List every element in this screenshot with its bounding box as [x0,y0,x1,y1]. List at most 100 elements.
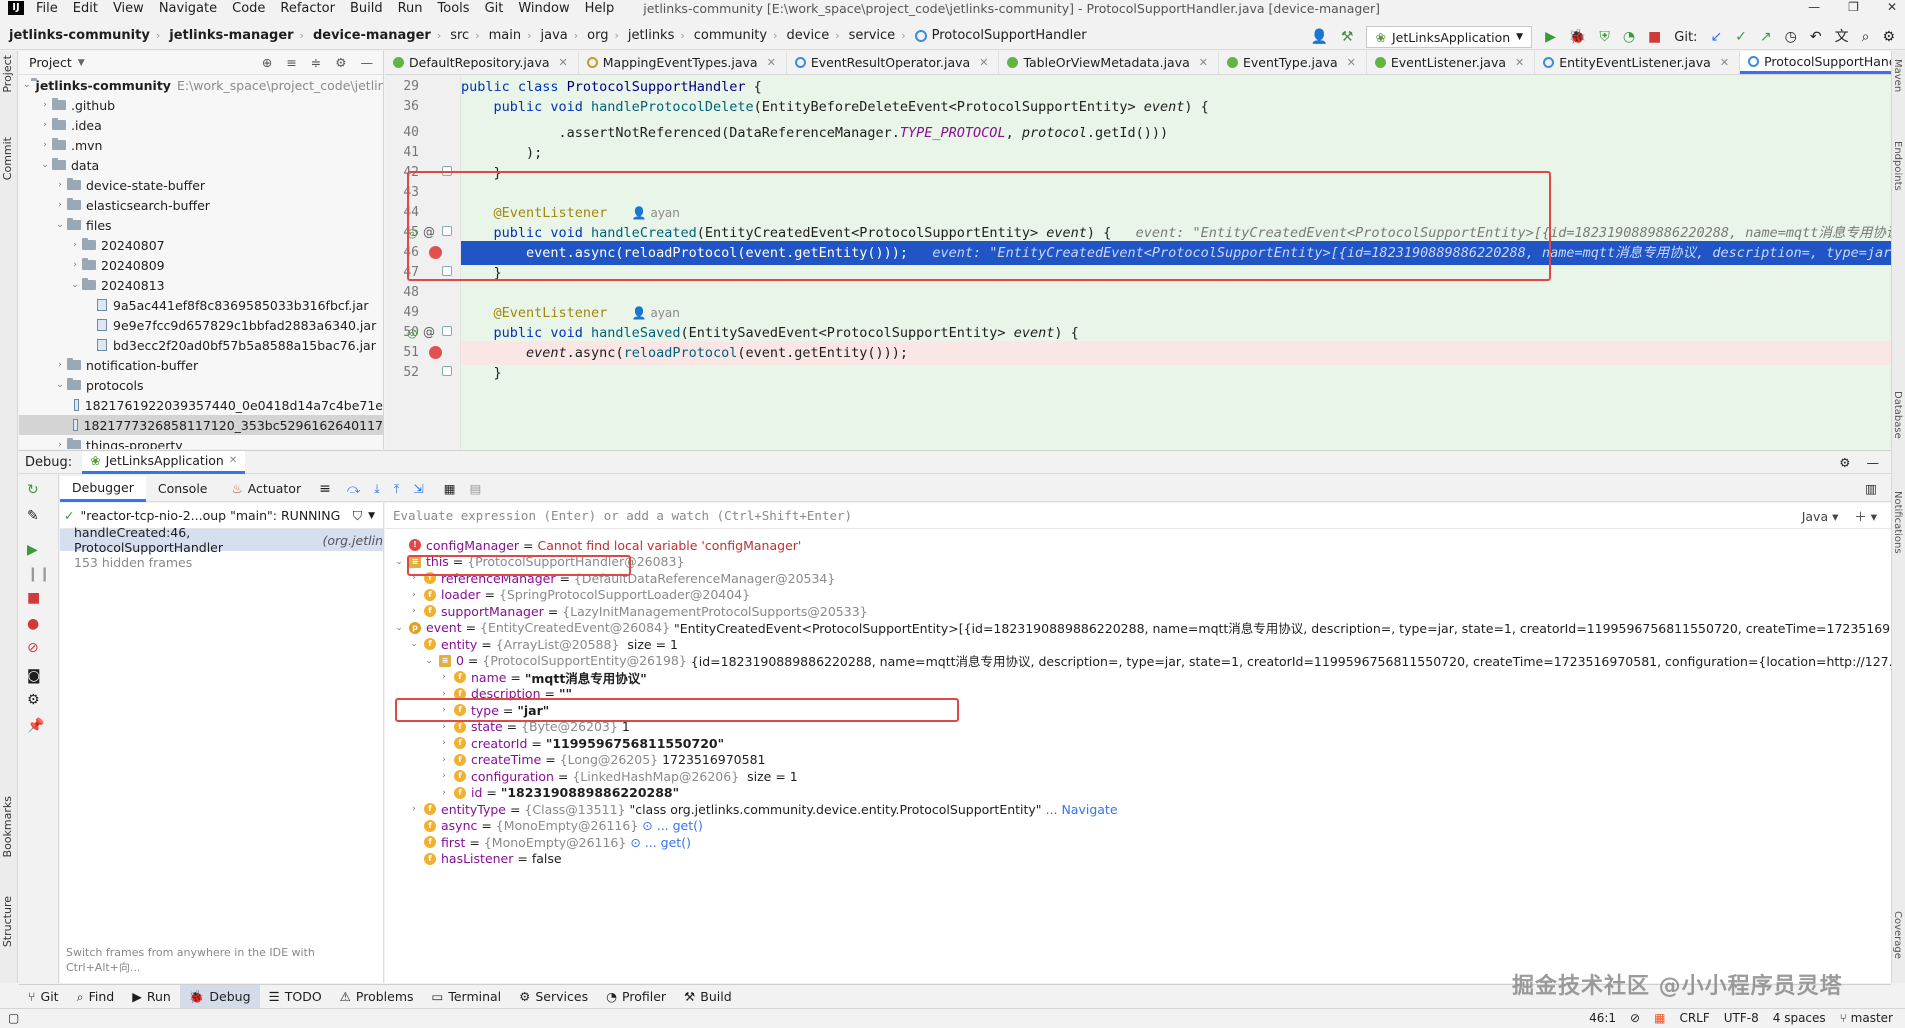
breadcrumb-device[interactable]: device [787,28,830,43]
annotation-icon[interactable]: @ [423,325,435,339]
close-icon[interactable]: ✕ [767,56,776,69]
tree-item[interactable]: ⌄ 20240813 [19,275,383,295]
layout-icon[interactable]: ▥ [1865,481,1877,496]
breakpoint-icon[interactable] [429,346,442,359]
breadcrumb-module[interactable]: jetlinks-manager [169,28,293,43]
chevron-right-icon[interactable]: › [438,722,450,732]
step-over-icon[interactable]: ⤼ [347,481,360,497]
step-out-icon[interactable]: ⤒ [394,481,400,497]
tool-structure[interactable]: Structure [1,896,14,947]
menu-refactor[interactable]: Refactor [280,1,335,16]
chevron-right-icon[interactable]: › [438,689,450,699]
rollback-icon[interactable]: ↶ [1810,28,1822,46]
chevron-right-icon[interactable]: › [438,755,450,765]
tree-item[interactable]: › elasticsearch-buffer [19,195,383,215]
code-line-52[interactable]: } [461,361,1891,385]
toolwindow-profiler[interactable]: ◔ Profiler [597,985,675,1008]
close-window-button[interactable]: ✕ [1887,0,1897,14]
language-selector[interactable]: Java ▾ ＋ ▾ [1802,506,1891,525]
fold-icon[interactable] [442,266,452,276]
chevron-right-icon[interactable]: › [438,771,450,781]
close-icon[interactable]: ✕ [1720,56,1729,69]
evaluate-expression-input[interactable]: Evaluate expression (Enter) or add a wat… [385,503,1891,529]
stop-icon[interactable]: ■ [1648,28,1661,46]
editor-tab[interactable]: EventListener.java ✕ [1367,51,1536,74]
fold-icon[interactable] [442,166,452,176]
tree-item[interactable]: 9e9e7fcc9d657829c1bbfad2883a6340.jar [19,315,383,335]
translate-icon[interactable]: 文 [1835,28,1849,46]
tab-debugger[interactable]: Debugger [60,475,146,502]
editor-tab[interactable]: ProtocolSupportHandler.java✕ [1740,51,1891,74]
breadcrumb-jetlinks[interactable]: jetlinks [628,28,674,43]
toolwindow-git[interactable]: ⑂ Git [19,985,68,1008]
breadcrumb-community[interactable]: community [694,28,767,43]
breakpoint-icon[interactable] [429,246,442,259]
menu-code[interactable]: Code [232,1,265,16]
tree-item[interactable]: 9a5ac441ef8f8c8369585033b316fbcf.jar [19,295,383,315]
listener-icon[interactable]: ◎ [407,226,417,240]
chevron-right-icon[interactable]: › [438,738,450,748]
chevron-down-icon[interactable]: ⌄ [393,557,405,567]
code-line-36[interactable]: public void handleProtocolDelete(EntityB… [461,95,1891,119]
chevron-right-icon[interactable]: › [408,573,420,583]
caret-position[interactable]: 46:1 [1589,1011,1616,1025]
hide-icon[interactable]: — [1867,455,1880,470]
pause-icon[interactable]: ❙❙ [27,566,50,582]
settings-icon[interactable]: ⚙ [1882,28,1895,46]
variable-link[interactable]: ⊙ ... get() [630,835,691,850]
gear-icon[interactable]: ⚙ [335,55,346,70]
close-icon[interactable]: ✕ [1347,56,1356,69]
tool-notifications[interactable]: Notifications [1892,491,1903,554]
history-icon[interactable]: ◷ [1785,28,1797,46]
run-config-selector[interactable]: ❀ JetLinksApplication ▼ [1366,26,1533,48]
tree-item[interactable]: › 20240809 [19,255,383,275]
search-icon[interactable]: ⌕ [1862,28,1870,46]
view-breakpoints-icon[interactable]: ● [27,616,39,632]
chevron-right-icon[interactable]: › [408,590,420,600]
toolwindow-services[interactable]: ⚙ Services [510,985,597,1008]
chevron-right-icon[interactable]: › [438,788,450,798]
close-icon[interactable]: ✕ [1515,56,1524,69]
chevron-down-icon[interactable]: ⌄ [423,656,435,666]
restore-button[interactable]: ❐ [1848,0,1859,14]
chevron-right-icon[interactable]: › [408,606,420,616]
table-icon[interactable]: ▦ [444,481,456,496]
tree-item[interactable]: › device-state-buffer [19,175,383,195]
menu-git[interactable]: Git [485,1,504,16]
tree-item[interactable]: › notification-buffer [19,355,383,375]
editor-tab[interactable]: DefaultRepository.java ✕ [385,51,579,74]
chevron-down-icon[interactable]: ⌄ [393,623,405,633]
coverage-icon[interactable]: ⛨ [1599,28,1610,46]
git-branch[interactable]: ⑂ master [1840,1011,1893,1025]
chevron-right-icon[interactable]: › [438,672,450,682]
pin-icon[interactable]: 📌 [27,718,44,734]
tree-item[interactable]: ⌄ data [19,155,383,175]
chevron-down-icon[interactable]: ⌄ [408,639,420,649]
fold-icon[interactable] [442,326,452,336]
git-update-icon[interactable]: ↙ [1710,28,1722,46]
step-into-icon[interactable]: ⤓ [374,481,380,497]
editor-tab[interactable]: EventResultOperator.java ✕ [787,51,1000,74]
tree-item[interactable]: › .idea [19,115,383,135]
chevron-right-icon[interactable]: › [408,804,420,814]
tab-actuator[interactable]: ♨ Actuator [220,476,314,502]
chevron-down-icon[interactable]: ▼ [78,58,85,68]
close-icon[interactable]: ✕ [1199,56,1208,69]
toolwindow-find[interactable]: ⌕ Find [68,985,124,1008]
tool-bookmarks[interactable]: Bookmarks [1,796,14,857]
stop-icon[interactable]: ■ [27,590,40,606]
menu-tools[interactable]: Tools [438,1,470,16]
project-panel-title[interactable]: Project [29,55,72,70]
settings-icon[interactable]: ⚙ [27,692,40,708]
tree-item[interactable]: bd3ecc2f20ad0bf57b5a8588a15bac76.jar [19,335,383,355]
hammer-icon[interactable]: ⚒ [1341,28,1354,46]
menu-navigate[interactable]: Navigate [159,1,217,16]
camera-icon[interactable]: ◙ [27,668,41,684]
tool-database[interactable]: Database [1892,391,1903,439]
toolwindow-debug[interactable]: 🐞 Debug [179,985,260,1008]
minimize-button[interactable]: — [1808,0,1820,14]
resume-icon[interactable]: ▶ [27,542,38,558]
debug-icon[interactable]: 🐞 [1569,28,1586,46]
toolwindow-todo[interactable]: ☰ TODO [260,985,331,1008]
menu-file[interactable]: File [36,1,58,16]
